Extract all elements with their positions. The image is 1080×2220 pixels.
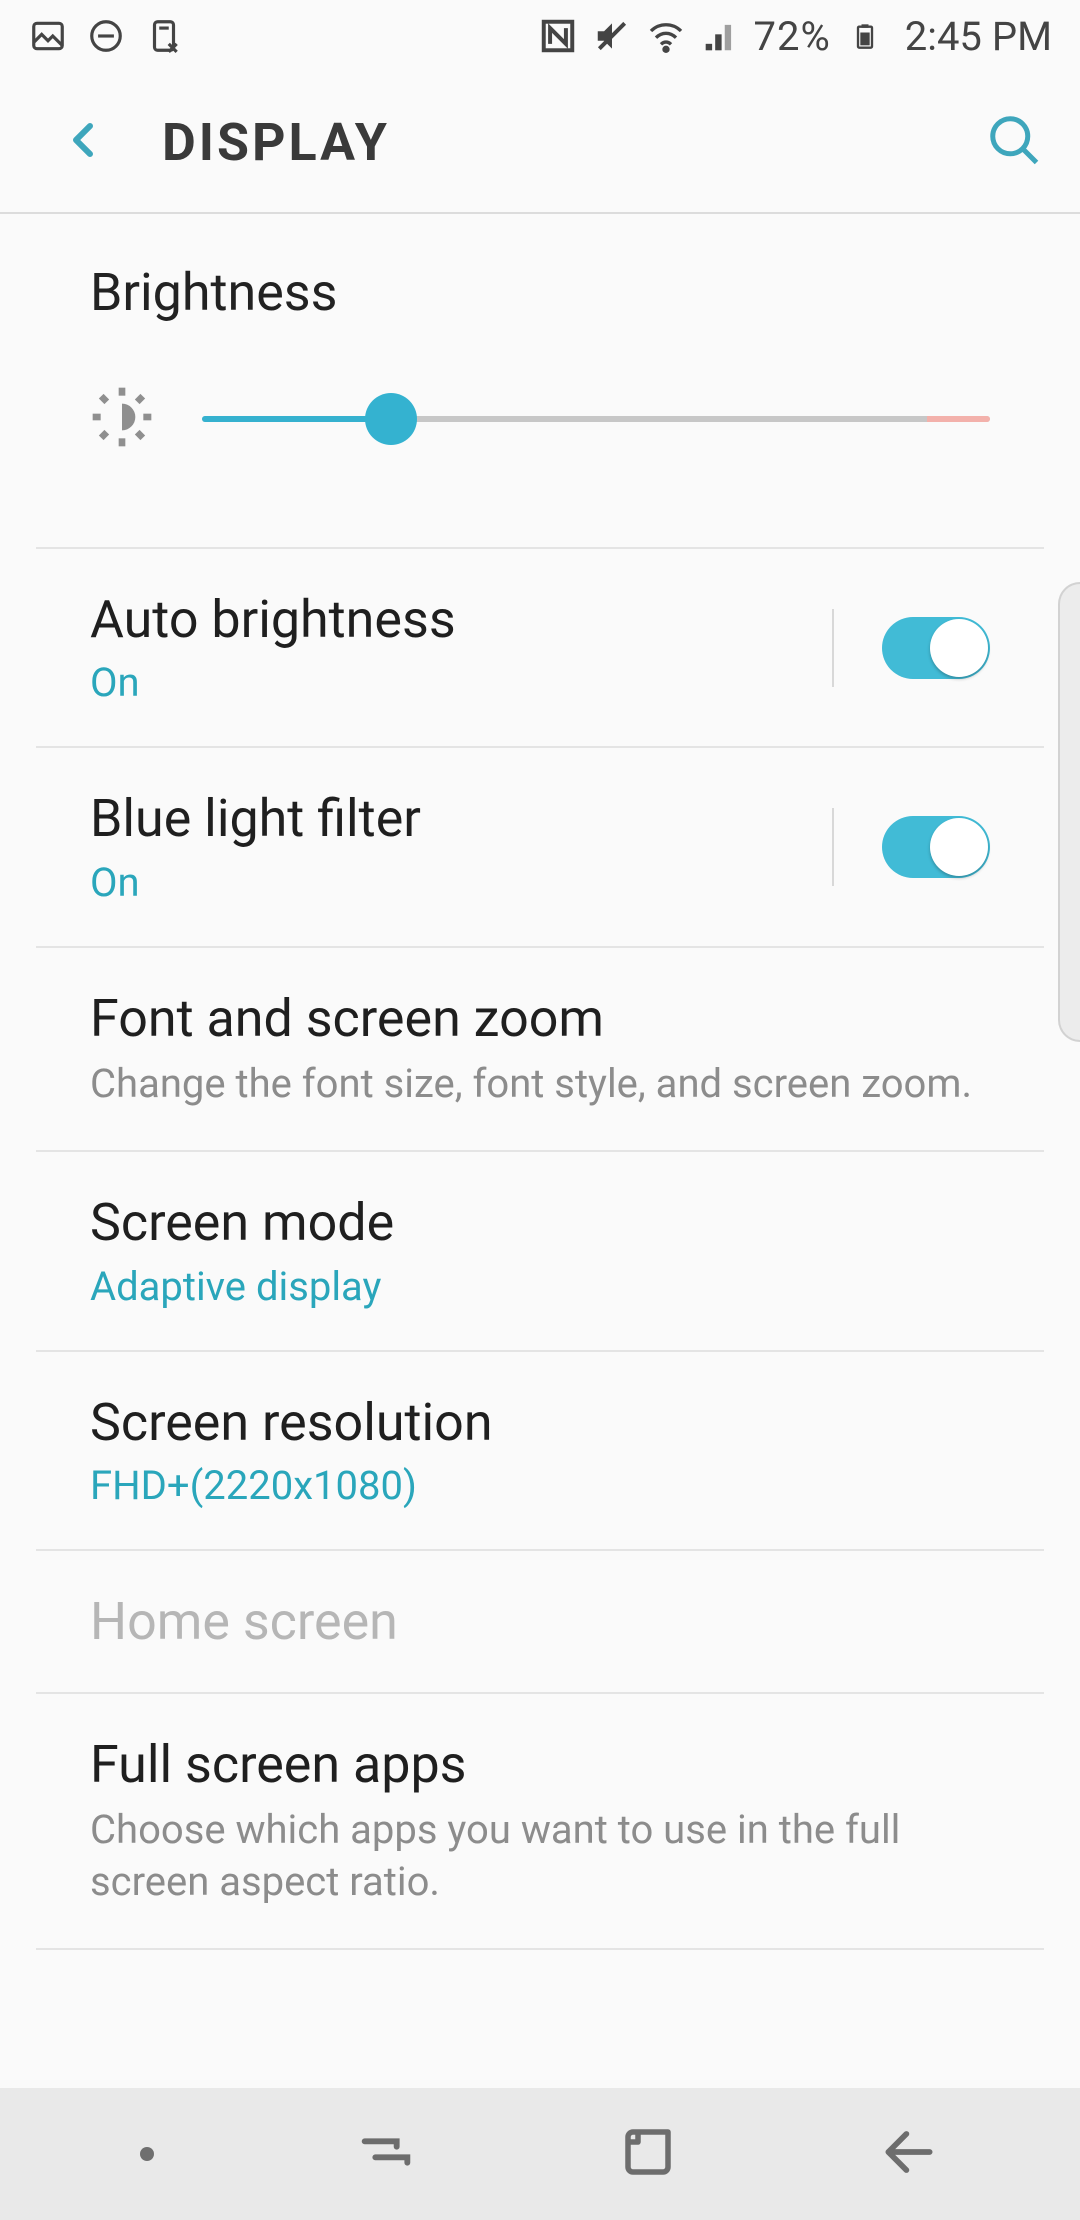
screen-resolution-row[interactable]: Screen resolution FHD+(2220x1080) — [36, 1352, 1044, 1551]
home-screen-row[interactable]: Home screen — [36, 1551, 1044, 1694]
screen-resolution-title: Screen resolution — [90, 1392, 990, 1454]
auto-brightness-state: On — [90, 659, 808, 706]
auto-brightness-title: Auto brightness — [90, 589, 808, 651]
scroll-handle[interactable] — [1058, 582, 1080, 1042]
sim-error-icon — [144, 16, 184, 56]
brightness-title: Brightness — [90, 262, 990, 323]
screen-mode-row[interactable]: Screen mode Adaptive display — [36, 1152, 1044, 1351]
home-icon[interactable] — [618, 2122, 678, 2186]
slider-thumb[interactable] — [365, 393, 417, 445]
slider-fill — [202, 416, 391, 422]
recents-icon[interactable] — [354, 2120, 418, 2188]
home-screen-title: Home screen — [90, 1591, 990, 1652]
brightness-sun-icon — [90, 385, 154, 453]
blue-light-row[interactable]: Blue light filter On — [36, 748, 1044, 947]
wifi-icon — [646, 16, 686, 56]
auto-brightness-toggle[interactable] — [882, 617, 990, 679]
mute-icon — [592, 16, 632, 56]
font-zoom-row[interactable]: Font and screen zoom Change the font siz… — [36, 948, 1044, 1152]
nav-dot-icon — [140, 2147, 154, 2161]
status-left-icons — [28, 16, 184, 56]
divider — [832, 609, 834, 687]
divider — [832, 808, 834, 886]
status-bar: 72% 2:45 PM — [0, 0, 1080, 72]
signal-icon — [700, 16, 740, 56]
full-screen-apps-title: Full screen apps — [90, 1734, 990, 1796]
brightness-section: Brightness — [36, 214, 1044, 549]
brightness-slider[interactable] — [202, 416, 990, 422]
back-icon[interactable] — [60, 116, 108, 168]
app-bar: DISPLAY — [0, 72, 1080, 214]
back-nav-icon[interactable] — [878, 2121, 940, 2187]
search-icon[interactable] — [984, 110, 1044, 174]
battery-percent: 72% — [754, 13, 831, 60]
font-zoom-sub: Change the font size, font style, and sc… — [90, 1058, 990, 1110]
blue-light-state: On — [90, 859, 808, 906]
page-title: DISPLAY — [162, 112, 390, 173]
slider-warm-zone — [927, 416, 990, 422]
full-screen-apps-row[interactable]: Full screen apps Choose which apps you w… — [36, 1694, 1044, 1950]
content-scroll[interactable]: Brightness Auto brightness On Blue light… — [0, 214, 1080, 1950]
screen-resolution-value: FHD+(2220x1080) — [90, 1462, 990, 1509]
font-zoom-title: Font and screen zoom — [90, 988, 990, 1050]
battery-icon — [845, 16, 885, 56]
blue-light-toggle[interactable] — [882, 816, 990, 878]
blue-light-title: Blue light filter — [90, 788, 808, 850]
navigation-bar — [0, 2088, 1080, 2220]
screen-mode-value: Adaptive display — [90, 1263, 990, 1310]
auto-brightness-row[interactable]: Auto brightness On — [36, 549, 1044, 748]
full-screen-apps-sub: Choose which apps you want to use in the… — [90, 1804, 990, 1908]
image-icon — [28, 16, 68, 56]
do-not-disturb-icon — [86, 16, 126, 56]
status-right-icons: 72% 2:45 PM — [538, 13, 1052, 60]
nfc-icon — [538, 16, 578, 56]
clock-time: 2:45 PM — [905, 13, 1052, 60]
screen-mode-title: Screen mode — [90, 1192, 990, 1254]
